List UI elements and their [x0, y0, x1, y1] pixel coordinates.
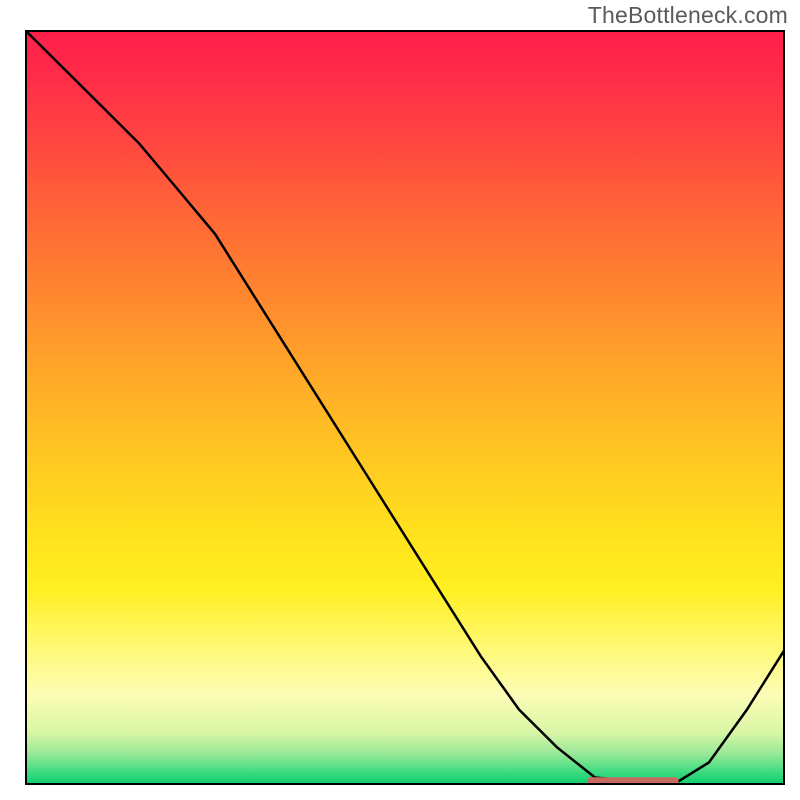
flat-marker — [587, 777, 678, 785]
plot-area — [25, 30, 785, 785]
chart-canvas: TheBottleneck.com — [0, 0, 800, 800]
watermark-text: TheBottleneck.com — [588, 2, 788, 29]
series-curve — [25, 30, 785, 781]
chart-overlay — [25, 30, 785, 785]
